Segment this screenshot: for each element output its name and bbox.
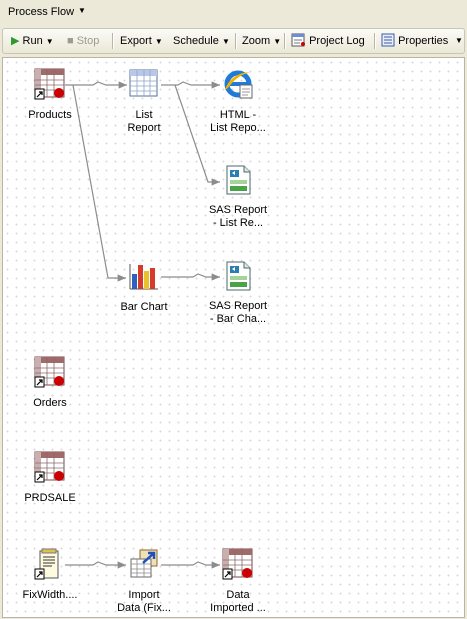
process-flow-canvas[interactable]: Products List Report HTML - List Repo... — [2, 57, 465, 618]
export-label: Export — [120, 35, 152, 47]
zoom-label: Zoom — [242, 35, 271, 47]
toolbar-separator — [374, 33, 376, 49]
process-flow-titlebar: Process Flow ▼ — [0, 0, 467, 25]
run-dropdown-icon[interactable]: ▼ — [46, 37, 54, 46]
node-label: Orders — [33, 397, 67, 409]
sas-table-icon — [34, 451, 65, 483]
node-fixwidth[interactable]: FixWidth.... — [0, 548, 100, 602]
schedule-dropdown-icon[interactable]: ▼ — [222, 37, 230, 46]
toolbar-separator — [284, 33, 286, 49]
export-button[interactable]: Export ▼ — [120, 33, 163, 49]
node-label: FixWidth.... — [22, 589, 78, 601]
text-file-icon — [34, 548, 59, 580]
zoom-dropdown-icon[interactable]: ▼ — [273, 37, 281, 46]
node-list-report[interactable]: List Report — [94, 68, 194, 135]
properties-icon — [381, 33, 395, 47]
node-bar-chart[interactable]: Bar Chart — [94, 260, 194, 314]
properties-label: Properties — [398, 35, 449, 47]
list-report-icon — [129, 69, 158, 97]
node-sas-report-list[interactable]: SAS Report - List Re... — [188, 164, 288, 230]
process-flow-toolbar: ▶ Run ▼ ■ Stop Export ▼ Schedule ▼ Zoom … — [2, 28, 465, 54]
zoom-button[interactable]: Zoom ▼ — [242, 33, 281, 49]
sas-report-icon — [226, 261, 251, 291]
internet-explorer-icon — [224, 70, 253, 99]
stop-button[interactable]: ■ Stop — [67, 33, 99, 49]
node-label: PRDSALE — [24, 492, 76, 504]
node-label: Products — [28, 109, 72, 121]
node-import-data[interactable]: Import Data (Fix... — [94, 548, 194, 615]
play-icon: ▶ — [11, 35, 20, 47]
node-label: Bar Chart — [120, 301, 168, 313]
run-button[interactable]: ▶ Run ▼ — [11, 33, 54, 49]
node-label: Data Imported ... — [210, 589, 266, 614]
export-dropdown-icon[interactable]: ▼ — [155, 37, 163, 46]
properties-button[interactable]: Properties — [381, 33, 448, 49]
stop-icon: ■ — [67, 35, 74, 47]
project-log-button[interactable]: Project Log — [291, 33, 365, 49]
toolbar-separator — [235, 33, 237, 49]
sas-table-icon — [34, 68, 65, 100]
node-label: Import Data (Fix... — [117, 589, 171, 614]
process-flow-title[interactable]: Process Flow — [8, 6, 74, 18]
schedule-button[interactable]: Schedule ▼ — [173, 33, 230, 49]
project-log-icon — [291, 33, 305, 47]
import-data-icon — [130, 549, 158, 578]
node-label: SAS Report - List Re... — [208, 204, 268, 229]
node-html-list-report[interactable]: HTML - List Repo... — [188, 68, 288, 135]
node-products[interactable]: Products — [0, 68, 100, 122]
sas-report-icon — [226, 165, 251, 195]
sas-table-icon — [222, 548, 253, 580]
toolbar-overflow-icon[interactable]: ▼ — [455, 33, 463, 49]
node-label: List Report — [127, 109, 161, 134]
sas-table-icon — [34, 356, 65, 388]
node-orders[interactable]: Orders — [0, 356, 100, 410]
project-log-label: Project Log — [309, 35, 365, 47]
title-dropdown-icon[interactable]: ▼ — [78, 6, 86, 15]
connection-lines — [65, 81, 220, 569]
node-sas-report-bar[interactable]: SAS Report - Bar Cha... — [188, 260, 288, 326]
toolbar-separator — [112, 33, 114, 49]
node-label: SAS Report - Bar Cha... — [208, 300, 268, 325]
stop-label: Stop — [76, 35, 100, 47]
schedule-label: Schedule — [173, 35, 219, 47]
run-label: Run — [22, 35, 43, 47]
bar-chart-icon — [129, 264, 158, 290]
node-data-imported[interactable]: Data Imported ... — [188, 548, 288, 615]
node-label: HTML - List Repo... — [210, 109, 266, 134]
node-prdsale[interactable]: PRDSALE — [0, 451, 100, 505]
